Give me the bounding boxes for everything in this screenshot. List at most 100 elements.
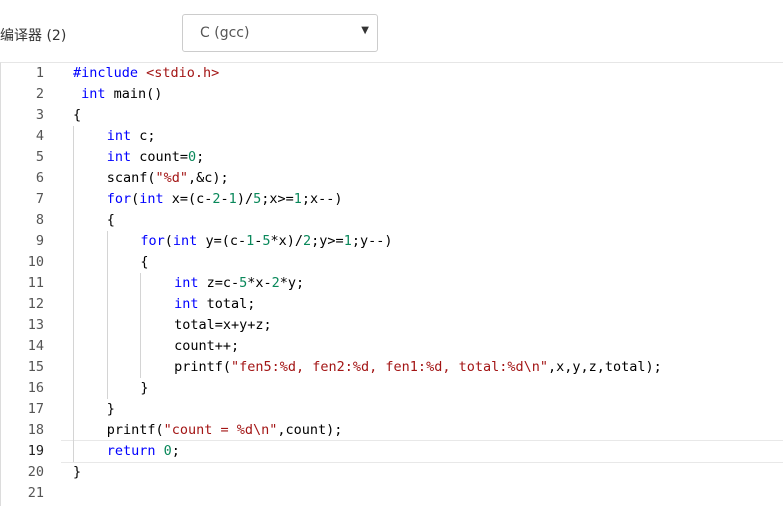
- line-number: 5: [35, 149, 44, 165]
- indent-guide: [73, 126, 74, 462]
- code-token: 5: [262, 233, 271, 249]
- code-token: }: [106, 401, 115, 417]
- code-text: printf("fen5:%d, fen2:%d, fen1:%d, total…: [174, 359, 662, 375]
- line-number: 4: [35, 128, 44, 144]
- line-number: 12: [27, 296, 44, 312]
- code-token: total=x+y+z;: [174, 317, 272, 333]
- code-token: main(): [105, 86, 163, 102]
- code-line[interactable]: 14 count++;: [1, 336, 783, 357]
- code-token: "count = %d\n": [163, 422, 278, 438]
- code-token: int: [174, 296, 199, 312]
- code-line[interactable]: 17}: [1, 399, 783, 420]
- code-token: ;y--): [351, 233, 393, 249]
- compiler-select[interactable]: C (gcc) ▼: [182, 14, 378, 52]
- code-line[interactable]: 9 for(int y=(c-1-5*x)/2;y>=1;y--): [1, 231, 783, 252]
- code-token: 1: [228, 191, 237, 207]
- code-line[interactable]: 20}: [1, 462, 783, 483]
- line-number: 1: [35, 65, 44, 81]
- line-number: 15: [27, 359, 44, 375]
- code-text: int main(): [73, 86, 162, 102]
- code-token: *x-: [247, 275, 272, 291]
- code-line[interactable]: 2 int main(): [1, 84, 783, 105]
- code-token: }: [73, 464, 82, 480]
- code-line[interactable]: 3{: [1, 105, 783, 126]
- code-token: ,count);: [277, 422, 343, 438]
- code-token: int: [73, 86, 106, 102]
- code-line[interactable]: 19 return 0;: [1, 440, 783, 463]
- code-token: "%d": [155, 170, 188, 186]
- code-token: count=: [131, 149, 188, 165]
- code-token: ;y>=: [311, 233, 344, 249]
- code-editor[interactable]: 1 #include <stdio.h> 2 int main() 3{4 int c;…: [0, 62, 783, 506]
- code-token: {: [73, 107, 82, 123]
- code-token: )/: [236, 191, 254, 207]
- code-line[interactable]: 18 printf("count = %d\n",count);: [1, 420, 783, 441]
- code-token: 0: [163, 443, 172, 459]
- code-token: ;x>=: [261, 191, 294, 207]
- code-token: int: [172, 233, 198, 249]
- code-line[interactable]: 6 scanf("%d",&c);: [1, 168, 783, 189]
- code-text: }: [107, 401, 115, 417]
- code-token: c;: [131, 128, 156, 144]
- code-line[interactable]: 8{: [1, 210, 783, 231]
- line-number: 3: [35, 107, 44, 123]
- code-token: x=(c-: [163, 191, 213, 207]
- line-number: 8: [35, 212, 44, 228]
- code-token: total;: [198, 296, 256, 312]
- code-text: int count=0;: [107, 149, 205, 165]
- code-token: 1: [246, 233, 255, 249]
- line-number: 21: [27, 485, 44, 501]
- code-token: *y;: [279, 275, 305, 291]
- code-text: return 0;: [107, 443, 180, 459]
- code-text: for(int x=(c-2-1)/5;x>=1;x--): [107, 191, 343, 207]
- line-number: 20: [27, 464, 44, 480]
- code-line[interactable]: 11 int z=c-5*x-2*y;: [1, 273, 783, 294]
- code-token: 5: [253, 191, 262, 207]
- line-number: 18: [27, 422, 44, 438]
- code-token: <stdio.h>: [146, 65, 220, 81]
- code-token: int: [174, 275, 199, 291]
- code-token: 2: [271, 275, 280, 291]
- code-line[interactable]: 7 for(int x=(c-2-1)/5;x>=1;x--): [1, 189, 783, 210]
- code-token: *x)/: [270, 233, 304, 249]
- code-line[interactable]: 4 int c;: [1, 126, 783, 147]
- code-line[interactable]: 5 int count=0;: [1, 147, 783, 168]
- code-text: scanf("%d",&c);: [107, 170, 229, 186]
- line-number: 14: [27, 338, 44, 354]
- compiler-select-value: C (gcc): [200, 25, 250, 41]
- code-token: (: [164, 233, 173, 249]
- code-line[interactable]: 15 printf("fen5:%d, fen2:%d, fen1:%d, tot…: [1, 357, 783, 378]
- code-token: printf(: [174, 359, 231, 375]
- code-token: ;: [171, 443, 180, 459]
- code-text: }: [73, 464, 81, 480]
- code-text: {: [73, 107, 81, 123]
- code-line[interactable]: 16}: [1, 378, 783, 399]
- code-line[interactable]: 12 int total;: [1, 294, 783, 315]
- code-text: int total;: [174, 296, 255, 312]
- compiler-label: 编译器 (2): [0, 28, 67, 44]
- code-token: return: [106, 443, 156, 459]
- code-text: #include <stdio.h>: [73, 65, 219, 81]
- line-number: 11: [27, 275, 44, 291]
- code-token: 1: [293, 191, 302, 207]
- line-number: 16: [27, 380, 44, 396]
- code-token: for: [140, 233, 165, 249]
- code-text: int c;: [107, 128, 156, 144]
- code-line[interactable]: 13 total=x+y+z;: [1, 315, 783, 336]
- code-token: count++;: [174, 338, 240, 354]
- code-line[interactable]: 21: [1, 483, 783, 504]
- code-text: }: [140, 380, 148, 396]
- code-token: for: [106, 191, 132, 207]
- line-number: 2: [35, 86, 44, 102]
- code-line[interactable]: 1 #include <stdio.h>: [1, 63, 783, 84]
- code-token: (: [131, 191, 140, 207]
- code-token: {: [140, 254, 149, 270]
- code-text: printf("count = %d\n",count);: [107, 422, 343, 438]
- code-token: 2: [212, 191, 221, 207]
- code-token: -: [220, 191, 229, 207]
- code-line[interactable]: 10 {: [1, 252, 783, 273]
- code-token: printf(: [106, 422, 164, 438]
- code-token: 1: [343, 233, 352, 249]
- code-token: int: [139, 191, 164, 207]
